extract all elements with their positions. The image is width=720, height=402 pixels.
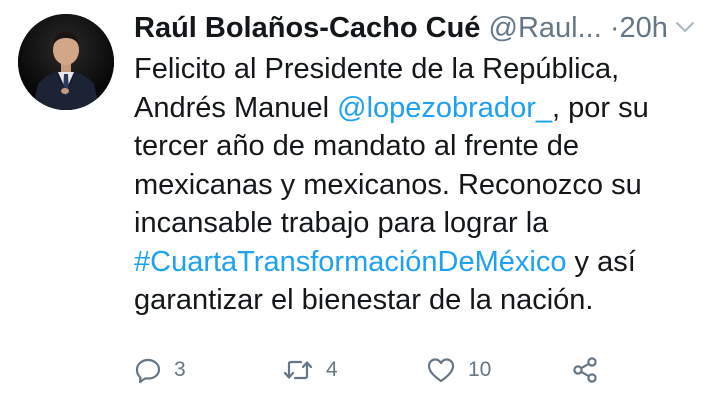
mention-link[interactable]: @lopezobrador_ bbox=[337, 92, 552, 124]
tweet-text-line: mexicanas y mexicanos. Reconozco su bbox=[134, 166, 694, 205]
reply-button[interactable]: 3 bbox=[134, 352, 186, 388]
retweet-button[interactable]: 4 bbox=[282, 352, 338, 388]
like-count: 10 bbox=[468, 358, 492, 381]
tweet-text-segment: , por su bbox=[551, 91, 649, 124]
avatar-photo bbox=[18, 14, 114, 110]
tweet-text-segment: tercer año de mandato al frente de bbox=[134, 130, 579, 162]
tweet-text-line: Andrés Manuel @lopezobrador_, por su bbox=[134, 89, 694, 128]
tweet-text-segment: garantizar el bienestar de la nación. bbox=[134, 284, 594, 316]
timestamp[interactable]: 20h bbox=[620, 12, 668, 44]
retweet-count: 4 bbox=[326, 358, 338, 381]
author-display-name[interactable]: Raúl Bolaños-Cacho Cué bbox=[134, 12, 480, 44]
tweet-text-line: Felicito al Presidente de la República, bbox=[134, 50, 694, 89]
share-button[interactable] bbox=[570, 352, 600, 388]
separator-dot: · bbox=[609, 12, 620, 44]
tweet[interactable]: Raúl Bolaños-Cacho Cué @Raul... ·20h Fel… bbox=[0, 0, 720, 402]
reply-count: 3 bbox=[174, 358, 186, 381]
tweet-text-segment: Andrés Manuel bbox=[134, 91, 338, 124]
avatar[interactable] bbox=[18, 14, 114, 110]
tweet-header: Raúl Bolaños-Cacho Cué @Raul... ·20h bbox=[134, 8, 720, 48]
action-bar: 3 4 10 bbox=[134, 352, 614, 388]
author-handle[interactable]: @Raul... bbox=[489, 12, 602, 44]
tweet-text-line: garantizar el bienestar de la nación. bbox=[134, 281, 694, 320]
tweet-text-line: incansable trabajo para lograr la bbox=[134, 204, 694, 243]
tweet-text-segment: incansable trabajo para lograr la bbox=[134, 207, 549, 239]
like-button[interactable]: 10 bbox=[426, 352, 491, 388]
retweet-icon bbox=[282, 356, 314, 384]
tweet-text-segment: mexicanas y mexicanos. Reconozco su bbox=[134, 168, 642, 201]
tweet-text-segment: Felicito al Presidente de la República, bbox=[134, 53, 620, 85]
tweet-text-line: #CuartaTransformaciónDeMéxico y así bbox=[134, 243, 694, 282]
tweet-text-segment: y así bbox=[566, 245, 636, 278]
reply-icon bbox=[134, 356, 162, 384]
chevron-down-icon[interactable] bbox=[674, 16, 696, 38]
tweet-text-line: tercer año de mandato al frente de bbox=[134, 127, 694, 166]
share-icon bbox=[570, 355, 600, 385]
heart-icon bbox=[426, 356, 456, 384]
hashtag-link[interactable]: #CuartaTransformaciónDeMéxico bbox=[134, 246, 566, 278]
tweet-text: Felicito al Presidente de la República, A… bbox=[134, 50, 694, 320]
